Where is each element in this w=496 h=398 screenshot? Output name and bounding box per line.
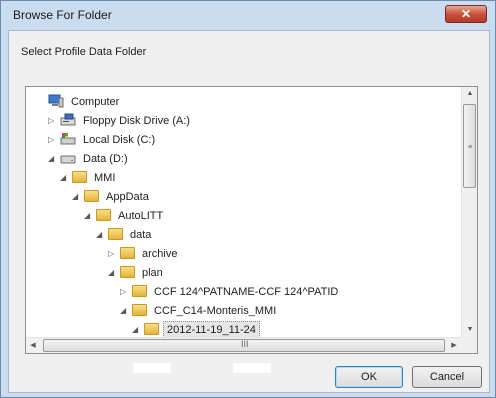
tree-item[interactable]: ◢ plan — [108, 263, 166, 283]
folder-icon — [108, 228, 123, 241]
horizontal-scrollbar[interactable]: ◀ III ▶ — [26, 337, 462, 353]
tree-item[interactable]: ▷ archive — [108, 244, 180, 264]
floppy-drive-icon — [60, 113, 76, 127]
tree-item[interactable]: ◢ MMI — [60, 168, 118, 188]
tree-item-label: CCF_C14-Monteris_MMI — [154, 305, 277, 317]
close-button[interactable]: ✕ — [445, 5, 487, 23]
scroll-right-arrow-icon[interactable]: ▶ — [447, 341, 461, 349]
tree-item-label: 2012-11-19_11-24 — [163, 321, 260, 338]
folder-tree[interactable]: Computer ▷ Floppy Disk Drive (A:) ▷ Local Di… — [25, 86, 478, 354]
tree-item-label: Computer — [71, 96, 120, 108]
title-bar[interactable]: Browse For Folder ✕ — [1, 1, 495, 29]
tree-item-label: CCF 124^PATNAME-CCF 124^PATID — [154, 286, 339, 298]
tree-item-label: AppData — [106, 191, 149, 203]
dialog-body: Select Profile Data Folder Computer ▷ Flop… — [8, 30, 490, 393]
scroll-up-arrow-icon[interactable]: ▲ — [462, 90, 478, 97]
tree-item-label: archive — [142, 248, 178, 260]
tree-item[interactable]: ▷ CCF 124^PATNAME-CCF 124^PATID — [120, 282, 341, 302]
expanded-arrow-icon[interactable]: ◢ — [84, 206, 96, 226]
collapsed-arrow-icon[interactable]: ▷ — [48, 130, 60, 150]
computer-icon — [48, 94, 64, 108]
cancel-button[interactable]: Cancel — [412, 366, 482, 388]
horizontal-scroll-thumb[interactable]: III — [43, 339, 445, 352]
expanded-arrow-icon[interactable]: ◢ — [48, 149, 60, 169]
folder-icon — [132, 285, 147, 298]
collapsed-arrow-icon[interactable]: ▷ — [48, 111, 60, 131]
drive-icon — [60, 151, 76, 165]
ok-button[interactable]: OK — [335, 366, 403, 388]
tree-item[interactable]: Computer — [36, 92, 122, 112]
tree-item[interactable]: ◢ 2012-11-19_11-24 — [132, 320, 260, 338]
expanded-arrow-icon[interactable]: ◢ — [60, 168, 72, 188]
close-icon: ✕ — [460, 7, 472, 21]
expanded-arrow-icon[interactable]: ◢ — [108, 263, 120, 283]
folder-icon — [96, 209, 111, 222]
tree-item[interactable]: ◢ CCF_C14-Monteris_MMI — [120, 301, 279, 321]
redacted-area — [233, 363, 271, 373]
tree-item-label: AutoLITT — [118, 210, 164, 222]
vertical-scroll-thumb[interactable]: ≡ — [463, 104, 476, 188]
local-disk-icon — [60, 132, 76, 146]
tree-item[interactable]: ◢ AutoLITT — [84, 206, 166, 226]
tree-item-label: Local Disk (C:) — [83, 134, 156, 146]
tree-item-label: Data (D:) — [83, 153, 128, 165]
folder-icon — [72, 171, 87, 184]
tree-item[interactable]: ▷ Local Disk (C:) — [48, 130, 158, 150]
scroll-down-arrow-icon[interactable]: ▼ — [462, 326, 478, 333]
folder-icon — [144, 323, 159, 336]
browse-folder-dialog: Browse For Folder ✕ Select Profile Data … — [0, 0, 496, 398]
tree-item-label: plan — [142, 267, 163, 279]
tree-item-label: MMI — [94, 172, 116, 184]
scroll-left-arrow-icon[interactable]: ◀ — [26, 341, 40, 349]
tree-item[interactable]: ◢ data — [96, 225, 154, 245]
prompt-label: Select Profile Data Folder — [21, 46, 147, 58]
redacted-area — [133, 363, 171, 373]
collapsed-arrow-icon[interactable]: ▷ — [120, 282, 132, 302]
vertical-scrollbar[interactable]: ▲ ≡ ▼ — [461, 87, 477, 338]
expanded-arrow-icon[interactable]: ◢ — [132, 320, 144, 338]
tree-item-label: Floppy Disk Drive (A:) — [83, 115, 190, 127]
tree-item[interactable]: ▷ Floppy Disk Drive (A:) — [48, 111, 193, 131]
expanded-arrow-icon[interactable]: ◢ — [120, 301, 132, 321]
tree-item[interactable]: ◢ AppData — [72, 187, 152, 207]
folder-icon — [120, 247, 135, 260]
dialog-title: Browse For Folder — [13, 8, 112, 22]
expanded-arrow-icon[interactable]: ◢ — [96, 225, 108, 245]
scrollbar-corner — [461, 337, 477, 353]
expanded-arrow-icon[interactable]: ◢ — [72, 187, 84, 207]
hscroll-grip-icon: III — [241, 339, 249, 349]
tree-item-label: data — [130, 229, 152, 241]
collapsed-arrow-icon[interactable]: ▷ — [108, 244, 120, 264]
folder-icon — [84, 190, 99, 203]
folder-icon — [132, 304, 147, 317]
folder-icon — [120, 266, 135, 279]
folder-tree-rows: Computer ▷ Floppy Disk Drive (A:) ▷ Local Di… — [26, 87, 462, 338]
scroll-grip-icon: ≡ — [468, 144, 473, 151]
tree-item[interactable]: ◢ Data (D:) — [48, 149, 131, 169]
